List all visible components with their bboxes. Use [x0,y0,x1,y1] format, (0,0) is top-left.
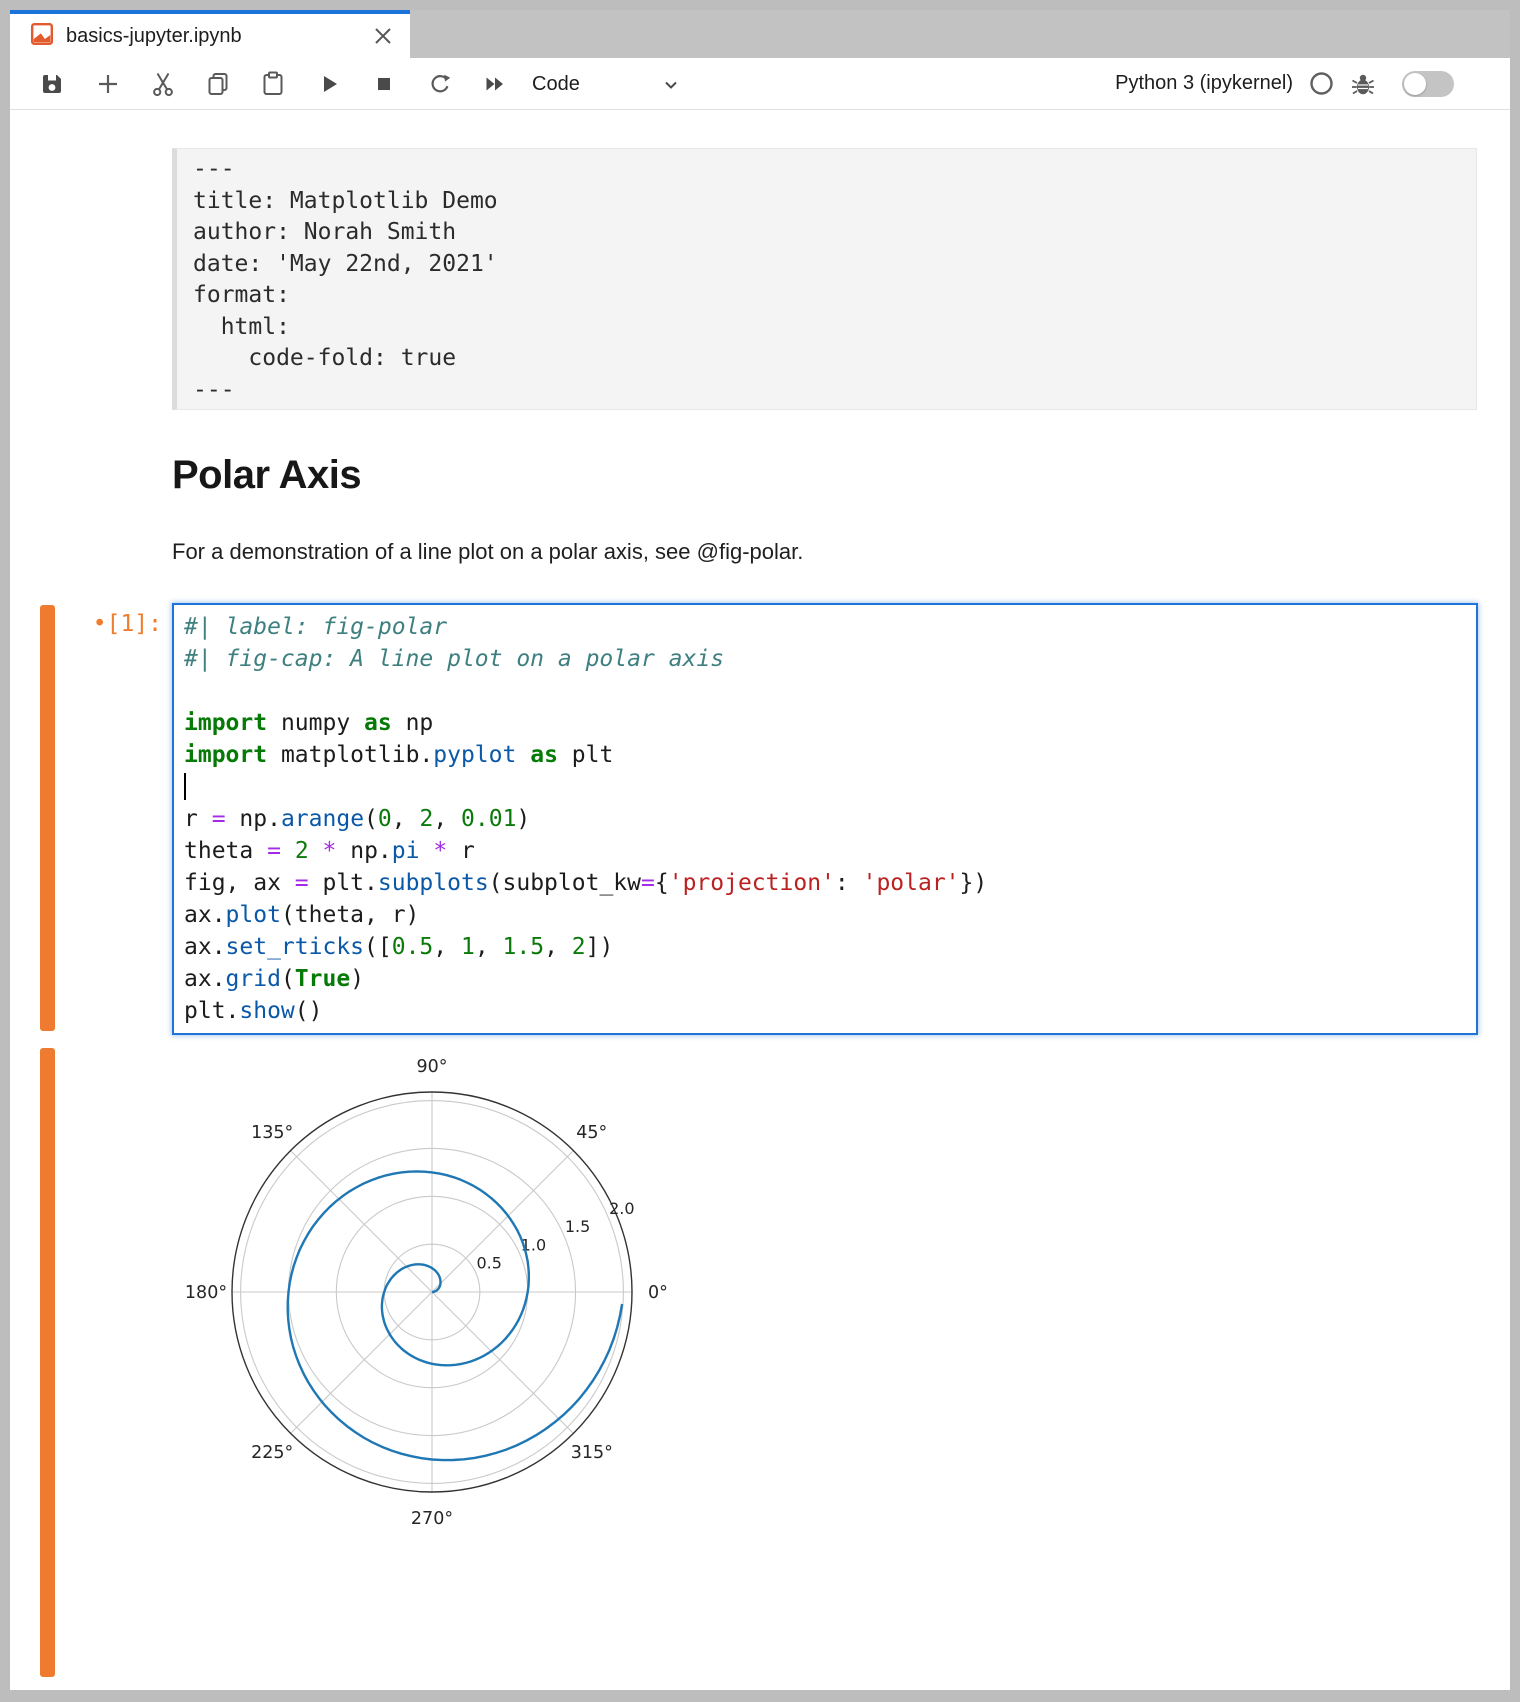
code-line[interactable]: ax.plot(theta, r) [184,899,1466,931]
chevron-down-icon [660,74,682,101]
svg-text:2.0: 2.0 [609,1199,634,1218]
raw-cell-yaml-frontmatter[interactable]: ---title: Matplotlib Demoauthor: Norah S… [172,148,1477,410]
run-cell-button[interactable] [315,70,343,98]
text-cursor [184,773,186,800]
code-editor[interactable]: #| label: fig-polar#| fig-cap: A line pl… [184,611,1466,1027]
polar-plot-output: 0°45°90°135°180°225°270°315°0.51.01.52.0 [170,1048,700,1548]
kernel-name[interactable]: Python 3 (ipykernel) [1115,72,1293,95]
svg-text:45°: 45° [576,1123,607,1143]
raw-cell-line: date: 'May 22nd, 2021' [193,249,1460,281]
raw-cell-line: code-fold: true [193,343,1460,375]
svg-text:315°: 315° [571,1443,613,1463]
notebook-toolbar: Code Python 3 (ipykernel) [10,58,1510,110]
svg-text:0°: 0° [648,1283,668,1303]
raw-cell-line: --- [193,375,1460,407]
restart-kernel-button[interactable] [426,70,454,98]
paste-cells-button[interactable] [259,70,287,98]
code-line[interactable]: fig, ax = plt.subplots(subplot_kw={'proj… [184,867,1466,899]
tab-bar: basics-jupyter.ipynb [10,10,1510,58]
cell-type-dropdown[interactable]: Code [532,68,580,100]
code-line[interactable] [184,771,1466,803]
simple-mode-toggle[interactable] [1402,71,1454,97]
restart-run-all-button[interactable] [481,70,509,98]
notebook-file-icon [30,22,54,51]
cut-cells-button[interactable] [149,70,177,98]
kernel-status-icon[interactable] [1309,71,1334,101]
svg-text:180°: 180° [185,1283,227,1303]
copy-cells-button[interactable] [204,70,232,98]
svg-text:90°: 90° [416,1057,447,1077]
notebook-content: ---title: Matplotlib Demoauthor: Norah S… [10,110,1510,1690]
interrupt-kernel-button[interactable] [370,70,398,98]
jupyterlab-window: basics-jupyter.ipynb [10,10,1510,1690]
raw-cell-line: --- [193,154,1460,186]
output-collapse-bar[interactable] [40,1048,55,1677]
code-line[interactable]: ax.set_rticks([0.5, 1, 1.5, 2]) [184,931,1466,963]
cell-type-value: Code [532,73,580,96]
code-line[interactable]: import matplotlib.pyplot as plt [184,739,1466,771]
tab-title: basics-jupyter.ipynb [66,25,370,48]
code-line[interactable]: theta = 2 * np.pi * r [184,835,1466,867]
svg-text:225°: 225° [251,1443,293,1463]
code-line[interactable]: ax.grid(True) [184,963,1466,995]
code-line[interactable]: #| fig-cap: A line plot on a polar axis [184,643,1466,675]
code-line[interactable]: plt.show() [184,995,1466,1027]
toggle-knob [1404,73,1426,95]
code-line[interactable]: import numpy as np [184,707,1466,739]
markdown-heading[interactable]: Polar Axis [172,453,361,498]
markdown-paragraph[interactable]: For a demonstration of a line plot on a … [172,539,803,565]
svg-text:1.5: 1.5 [565,1217,590,1236]
svg-text:0.5: 0.5 [476,1254,501,1273]
svg-text:270°: 270° [411,1509,453,1529]
raw-cell-line: html: [193,312,1460,344]
polar-figure: 0°45°90°135°180°225°270°315°0.51.01.52.0 [170,1048,700,1548]
code-line[interactable]: r = np.arange(0, 2, 0.01) [184,803,1466,835]
code-line[interactable]: #| label: fig-polar [184,611,1466,643]
bug-icon[interactable] [1350,71,1376,102]
code-line[interactable] [184,675,1466,707]
raw-cell-line: author: Norah Smith [193,217,1460,249]
tab-basics-jupyter[interactable]: basics-jupyter.ipynb [10,10,410,58]
tab-close-icon[interactable] [370,23,396,49]
raw-cell-line: title: Matplotlib Demo [193,186,1460,218]
code-cell-collapse-bar[interactable] [40,605,55,1031]
raw-cell-line: format: [193,280,1460,312]
save-button[interactable] [38,70,66,98]
execution-prompt: •[1]: [30,611,162,637]
svg-text:135°: 135° [251,1123,293,1143]
code-cell[interactable]: #| label: fig-polar#| fig-cap: A line pl… [172,603,1478,1035]
insert-cell-button[interactable] [94,70,122,98]
